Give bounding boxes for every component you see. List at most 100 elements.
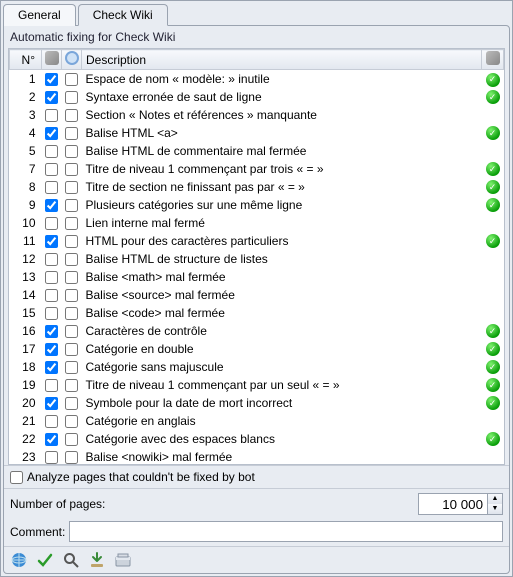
row-number: 15 — [10, 304, 42, 322]
header-description[interactable]: Description — [82, 50, 482, 70]
row-enable-checkbox[interactable] — [45, 73, 58, 86]
row-enable-checkbox[interactable] — [45, 109, 58, 122]
row-bot-checkbox[interactable] — [65, 217, 78, 230]
row-enable-checkbox[interactable] — [45, 343, 58, 356]
row-enable-checkbox[interactable] — [45, 325, 58, 338]
row-bot-checkbox[interactable] — [65, 145, 78, 158]
table-row[interactable]: 19Titre de niveau 1 commençant par un se… — [10, 376, 504, 394]
row-description: Espace de nom « modèle: » inutile — [82, 70, 482, 88]
tab-general[interactable]: General — [3, 4, 76, 26]
row-status — [482, 196, 504, 214]
table-row[interactable]: 2Syntaxe erronée de saut de ligne — [10, 88, 504, 106]
row-enable-checkbox[interactable] — [45, 307, 58, 320]
row-bot-checkbox[interactable] — [65, 433, 78, 446]
table-row[interactable]: 3Section « Notes et références » manquan… — [10, 106, 504, 124]
row-enable-checkbox[interactable] — [45, 253, 58, 266]
table-row[interactable]: 5Balise HTML de commentaire mal fermée — [10, 142, 504, 160]
row-bot-checkbox[interactable] — [65, 235, 78, 248]
row-enable-checkbox[interactable] — [45, 379, 58, 392]
row-enable-checkbox[interactable] — [45, 181, 58, 194]
table-row[interactable]: 17Catégorie en double — [10, 340, 504, 358]
ok-icon — [486, 324, 500, 338]
row-enable-checkbox[interactable] — [45, 271, 58, 284]
row-enable-checkbox[interactable] — [45, 289, 58, 302]
rules-table-wrapper[interactable]: N° Description 1Espace de nom « modèle: … — [8, 48, 505, 465]
row-bot-checkbox[interactable] — [65, 397, 78, 410]
toolbar — [4, 546, 509, 573]
table-row[interactable]: 1Espace de nom « modèle: » inutile — [10, 70, 504, 88]
table-row[interactable]: 22Catégorie avec des espaces blancs — [10, 430, 504, 448]
download-icon[interactable] — [88, 551, 106, 569]
row-enable-checkbox[interactable] — [45, 415, 58, 428]
row-bot-checkbox[interactable] — [65, 181, 78, 194]
row-bot-checkbox[interactable] — [65, 415, 78, 428]
row-bot-checkbox[interactable] — [65, 307, 78, 320]
comment-input[interactable] — [69, 521, 503, 542]
header-status-col[interactable] — [482, 50, 504, 70]
header-bot-col[interactable] — [62, 50, 82, 70]
row-enable-checkbox[interactable] — [45, 451, 58, 464]
row-bot-checkbox[interactable] — [65, 361, 78, 374]
disk-icon[interactable] — [114, 551, 132, 569]
table-row[interactable]: 13Balise <math> mal fermée — [10, 268, 504, 286]
table-row[interactable]: 4Balise HTML <a> — [10, 124, 504, 142]
spinner-down[interactable]: ▼ — [488, 504, 502, 514]
row-status — [482, 250, 504, 268]
row-enable-checkbox[interactable] — [45, 127, 58, 140]
row-enable-checkbox[interactable] — [45, 361, 58, 374]
row-description: Titre de niveau 1 commençant par trois «… — [82, 160, 482, 178]
row-bot-checkbox[interactable] — [65, 289, 78, 302]
row-bot-checkbox[interactable] — [65, 253, 78, 266]
row-bot-checkbox[interactable] — [65, 127, 78, 140]
table-row[interactable]: 10Lien interne mal fermé — [10, 214, 504, 232]
globe-icon[interactable] — [10, 551, 28, 569]
table-row[interactable]: 18Catégorie sans majuscule — [10, 358, 504, 376]
row-bot-checkbox[interactable] — [65, 73, 78, 86]
check-icon[interactable] — [36, 551, 54, 569]
row-bot-checkbox[interactable] — [65, 91, 78, 104]
row-bot-checkbox[interactable] — [65, 199, 78, 212]
table-row[interactable]: 23Balise <nowiki> mal fermée — [10, 448, 504, 466]
table-row[interactable]: 9Plusieurs catégories sur une même ligne — [10, 196, 504, 214]
tab-check-wiki[interactable]: Check Wiki — [78, 4, 168, 26]
row-bot-checkbox[interactable] — [65, 271, 78, 284]
table-row[interactable]: 20Symbole pour la date de mort incorrect — [10, 394, 504, 412]
row-number: 10 — [10, 214, 42, 232]
pages-input[interactable] — [418, 493, 488, 515]
analyze-checkbox[interactable] — [10, 471, 23, 484]
table-row[interactable]: 11HTML pour des caractères particuliers — [10, 232, 504, 250]
comment-label: Comment: — [10, 525, 65, 539]
row-enable-checkbox[interactable] — [45, 145, 58, 158]
spinner-up[interactable]: ▲ — [488, 494, 502, 504]
row-bot-checkbox[interactable] — [65, 109, 78, 122]
row-bot-checkbox[interactable] — [65, 163, 78, 176]
row-enable-checkbox[interactable] — [45, 91, 58, 104]
table-row[interactable]: 21Catégorie en anglais — [10, 412, 504, 430]
analyze-label[interactable]: Analyze pages that couldn't be fixed by … — [27, 470, 255, 484]
row-status — [482, 232, 504, 250]
row-enable-checkbox[interactable] — [45, 217, 58, 230]
header-number[interactable]: N° — [10, 50, 42, 70]
row-bot-checkbox[interactable] — [65, 343, 78, 356]
row-bot-checkbox[interactable] — [65, 451, 78, 464]
row-bot-checkbox[interactable] — [65, 325, 78, 338]
table-row[interactable]: 14Balise <source> mal fermée — [10, 286, 504, 304]
row-enable-checkbox[interactable] — [45, 397, 58, 410]
row-enable-checkbox[interactable] — [45, 433, 58, 446]
table-row[interactable]: 15Balise <code> mal fermée — [10, 304, 504, 322]
comment-row: Comment: — [4, 519, 509, 546]
row-status — [482, 448, 504, 466]
header-enable-col[interactable] — [42, 50, 62, 70]
row-number: 11 — [10, 232, 42, 250]
row-description: Symbole pour la date de mort incorrect — [82, 394, 482, 412]
table-row[interactable]: 12Balise HTML de structure de listes — [10, 250, 504, 268]
search-icon[interactable] — [62, 551, 80, 569]
table-row[interactable]: 16Caractères de contrôle — [10, 322, 504, 340]
table-row[interactable]: 8Titre de section ne finissant pas par «… — [10, 178, 504, 196]
row-bot-checkbox[interactable] — [65, 379, 78, 392]
table-row[interactable]: 7Titre de niveau 1 commençant par trois … — [10, 160, 504, 178]
row-enable-checkbox[interactable] — [45, 163, 58, 176]
row-enable-checkbox[interactable] — [45, 235, 58, 248]
row-enable-checkbox[interactable] — [45, 199, 58, 212]
pages-spinner[interactable]: ▲ ▼ — [488, 493, 503, 515]
